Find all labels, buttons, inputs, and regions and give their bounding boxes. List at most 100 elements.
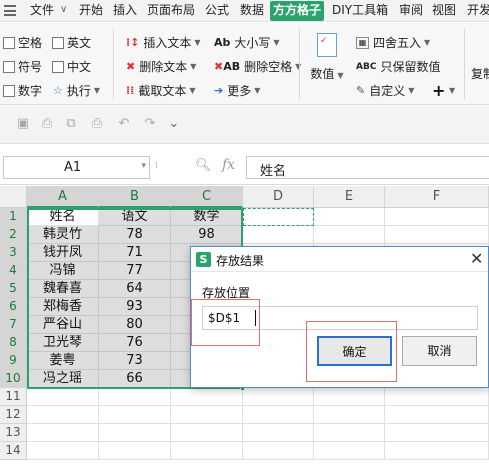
save-icon[interactable]: ▣ xyxy=(16,117,30,131)
menu-developer[interactable]: 开发 xyxy=(467,0,489,22)
cell-a7[interactable]: 严谷山 xyxy=(27,316,99,334)
cell-b12[interactable] xyxy=(99,406,171,424)
cell-b5[interactable]: 64 xyxy=(99,280,171,298)
redo-icon[interactable]: ↷ xyxy=(143,117,157,131)
cell-b6[interactable]: 93 xyxy=(99,298,171,316)
more-button[interactable]: ➔ 更多 ▼ xyxy=(214,83,260,99)
number-button[interactable]: ✓ 数值 ▼ xyxy=(307,31,347,97)
chevron-down-icon[interactable]: ∨ xyxy=(60,4,67,15)
cell-a4[interactable]: 冯锦 xyxy=(27,262,99,280)
menu-fangfang[interactable]: 方方格子 xyxy=(270,1,325,21)
menu-page-layout[interactable]: 页面布局 xyxy=(147,0,195,22)
cell-b4[interactable]: 77 xyxy=(99,262,171,280)
cell-a2[interactable]: 韩灵竹 xyxy=(27,226,99,244)
column-header-a[interactable]: A xyxy=(27,186,99,208)
menu-file[interactable]: 文件 xyxy=(30,0,54,22)
cell-b7[interactable]: 80 xyxy=(99,316,171,334)
cell-a11[interactable] xyxy=(27,388,99,406)
chevron-down-icon[interactable]: ▾ xyxy=(141,161,146,171)
row-header-4[interactable]: 4 xyxy=(0,262,27,280)
cell-b10[interactable]: 66 xyxy=(99,370,171,388)
row-header-9[interactable]: 9 xyxy=(0,352,27,370)
column-header-c[interactable]: C xyxy=(171,186,243,208)
row-header-3[interactable]: 3 xyxy=(0,244,27,262)
menu-diy-toolbox[interactable]: DIY工具箱 xyxy=(332,0,388,22)
menu-view[interactable]: 视图 xyxy=(432,0,456,22)
dialog-titlebar[interactable]: S 存放结果 ✕ xyxy=(191,247,488,272)
resize-handle[interactable]: ⁞ xyxy=(155,161,158,171)
cell-f13[interactable] xyxy=(385,424,489,442)
row-header-2[interactable]: 2 xyxy=(0,226,27,244)
cell-b2[interactable]: 78 xyxy=(99,226,171,244)
cell-a13[interactable] xyxy=(27,424,99,442)
more-caret-icon[interactable]: ▼ xyxy=(449,86,455,95)
customize-icon[interactable]: ⌄ xyxy=(167,117,181,131)
export-icon[interactable]: ⧉ xyxy=(64,117,78,131)
cell-a10[interactable]: 冯之瑶 xyxy=(27,370,99,388)
checkbox-chinese[interactable]: 中文 xyxy=(52,59,91,75)
column-header-b[interactable]: B xyxy=(99,186,171,208)
cell-c12[interactable] xyxy=(171,406,243,424)
checkbox-english[interactable]: 英文 xyxy=(52,35,91,51)
menu-formulas[interactable]: 公式 xyxy=(205,0,229,22)
column-header-d[interactable]: D xyxy=(243,186,314,208)
cell-c14[interactable] xyxy=(171,442,243,460)
cell-b13[interactable] xyxy=(99,424,171,442)
checkbox-symbol[interactable]: 符号 xyxy=(3,59,42,75)
row-header-6[interactable]: 6 xyxy=(0,298,27,316)
checkbox-number[interactable]: 数字 xyxy=(3,83,42,99)
row-header-14[interactable]: 14 xyxy=(0,442,27,460)
delete-text-button[interactable]: ✖ 删除文本 ▼ xyxy=(126,59,196,75)
cell-d13[interactable] xyxy=(243,424,314,442)
row-header-10[interactable]: 10 xyxy=(0,370,27,388)
row-header-13[interactable]: 13 xyxy=(0,424,27,442)
cell-a8[interactable]: 卫光琴 xyxy=(27,334,99,352)
name-box[interactable]: A1 ▾ xyxy=(3,156,150,179)
extract-text-button[interactable]: ⁞⁞ 截取文本 ▼ xyxy=(126,83,196,99)
select-all-corner[interactable] xyxy=(0,186,27,208)
cell-e2[interactable] xyxy=(314,226,385,244)
cell-f11[interactable] xyxy=(385,388,489,406)
remove-spaces-button[interactable]: ✖AB删除空格▼ xyxy=(214,59,301,75)
cell-a9[interactable]: 姜粤 xyxy=(27,352,99,370)
formula-input[interactable]: 姓名 xyxy=(246,156,489,179)
insert-text-button[interactable]: ⁞↕ 插入文本 ▼ xyxy=(126,35,201,51)
cell-d14[interactable] xyxy=(243,442,314,460)
close-icon[interactable]: ✕ xyxy=(470,249,483,268)
row-header-11[interactable]: 11 xyxy=(0,388,27,406)
cell-b11[interactable] xyxy=(99,388,171,406)
copy-button[interactable]: 复制 xyxy=(471,65,489,82)
cell-b8[interactable]: 76 xyxy=(99,334,171,352)
cell-a12[interactable] xyxy=(27,406,99,424)
cell-a6[interactable]: 郑梅香 xyxy=(27,298,99,316)
cell-e14[interactable] xyxy=(314,442,385,460)
cell-c2[interactable]: 98 xyxy=(171,226,243,244)
column-header-f[interactable]: F xyxy=(385,186,489,208)
cell-f1[interactable] xyxy=(385,208,489,226)
cell-d12[interactable] xyxy=(243,406,314,424)
cell-b9[interactable]: 73 xyxy=(99,352,171,370)
menu-review[interactable]: 审阅 xyxy=(399,0,423,22)
cell-a14[interactable] xyxy=(27,442,99,460)
cell-e13[interactable] xyxy=(314,424,385,442)
menu-home[interactable]: 开始 xyxy=(79,0,103,22)
keep-values-button[interactable]: ABC 只保留数值 xyxy=(356,59,440,75)
round-button[interactable]: ▦ 四舍五入 ▼ xyxy=(356,35,430,51)
menu-insert[interactable]: 插入 xyxy=(113,0,137,22)
print-preview-icon[interactable]: ⎙ xyxy=(40,117,54,131)
ok-button[interactable]: 确定 xyxy=(317,336,392,366)
cell-d2[interactable] xyxy=(243,226,314,244)
case-button[interactable]: Ab 大小写 ▼ xyxy=(214,35,280,51)
row-header-1[interactable]: 1 xyxy=(0,208,27,226)
cell-f12[interactable] xyxy=(385,406,489,424)
checkbox-space[interactable]: 空格 xyxy=(3,35,42,51)
zoom-icon[interactable]: 🔍︎ xyxy=(195,158,212,173)
menu-icon[interactable] xyxy=(4,5,16,16)
cell-b14[interactable] xyxy=(99,442,171,460)
cell-e11[interactable] xyxy=(314,388,385,406)
fx-icon[interactable]: fx xyxy=(222,157,235,173)
cell-e12[interactable] xyxy=(314,406,385,424)
cell-c11[interactable] xyxy=(171,388,243,406)
cell-a3[interactable]: 钱开凤 xyxy=(27,244,99,262)
cell-b1[interactable]: 语文 xyxy=(99,208,171,226)
